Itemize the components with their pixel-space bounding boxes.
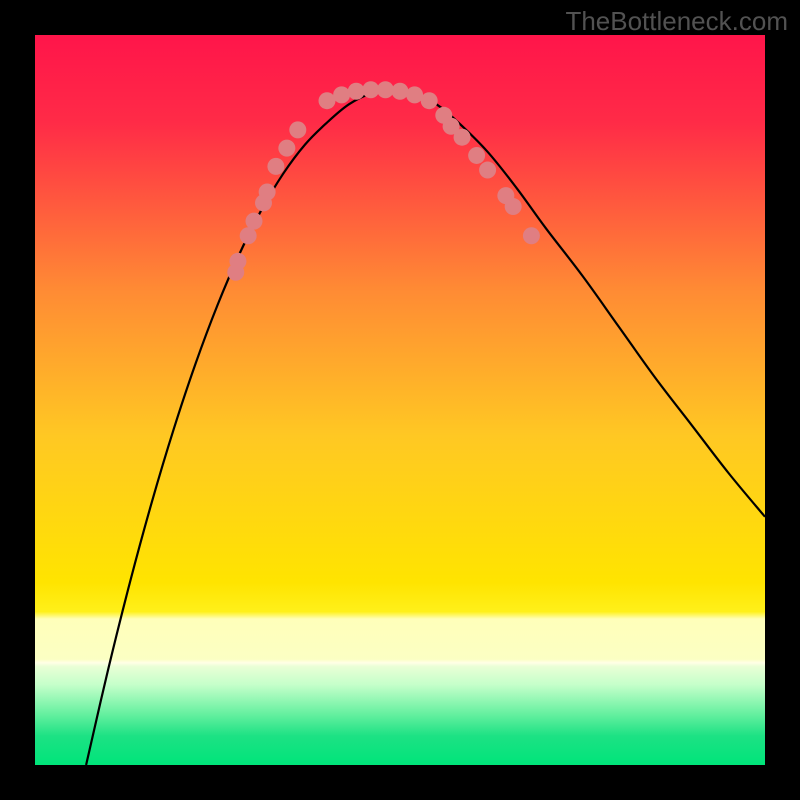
data-point — [421, 92, 438, 109]
data-point — [362, 81, 379, 98]
bottleneck-chart — [35, 35, 765, 765]
data-point — [505, 198, 522, 215]
data-point — [468, 147, 485, 164]
data-point — [479, 162, 496, 179]
data-point — [406, 86, 423, 103]
data-point — [333, 86, 350, 103]
data-point — [392, 83, 409, 100]
data-point — [267, 158, 284, 175]
watermark-text: TheBottleneck.com — [565, 6, 788, 37]
data-point — [240, 227, 257, 244]
data-point — [246, 213, 263, 230]
data-point — [348, 83, 365, 100]
data-point — [319, 92, 336, 109]
gradient-background — [35, 35, 765, 765]
data-point — [377, 81, 394, 98]
data-point — [523, 227, 540, 244]
data-point — [229, 253, 246, 270]
data-point — [278, 140, 295, 157]
chart-container: TheBottleneck.com — [0, 0, 800, 800]
data-point — [454, 129, 471, 146]
data-point — [259, 183, 276, 200]
data-point — [289, 121, 306, 138]
